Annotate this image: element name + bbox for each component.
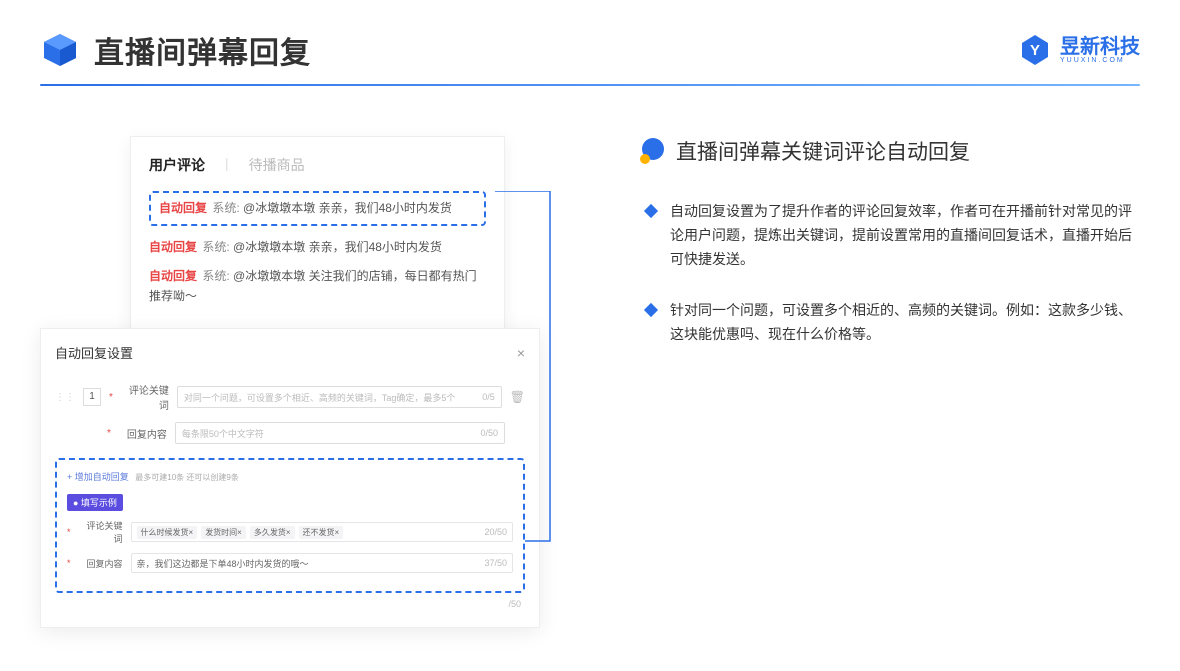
system-label: 系统:	[212, 201, 239, 215]
brand: Y 昱新科技 YUUXIN.COM	[1018, 33, 1140, 67]
content-input[interactable]: 每条限50个中文字符 0/50	[175, 422, 505, 444]
example-keyword-box: 什么时候发货× 发货时间× 多久发货× 还不发货× 20/50	[131, 522, 513, 542]
example-badge: ● 填写示例	[67, 494, 123, 511]
brand-logo-icon: Y	[1018, 33, 1052, 67]
example-content-text: 亲，我们这边都是下单48小时内发货的哦～	[137, 557, 309, 570]
example-keyword-label: 评论关键词	[79, 519, 123, 545]
content-placeholder: 每条限50个中文字符	[182, 427, 264, 440]
required-star: *	[67, 558, 71, 568]
comment-text: @冰墩墩本墩 亲亲，我们48小时内发货	[233, 240, 442, 254]
keyword-counter: 0/5	[482, 392, 495, 402]
bullet-icon	[644, 204, 658, 218]
example-content-counter: 37/50	[484, 558, 507, 568]
tab-user-comments[interactable]: 用户评论	[149, 155, 205, 175]
comment-text: @冰墩墩本墩 亲亲，我们48小时内发货	[243, 201, 452, 215]
keyword-label: 评论关键词	[121, 382, 169, 412]
comment-text: @冰墩墩本墩 关注我们的店铺，每日都有热门推荐呦～	[149, 269, 477, 302]
comment-row-highlighted: 自动回复 系统: @冰墩墩本墩 亲亲，我们48小时内发货	[149, 191, 486, 226]
example-keyword-counter: 20/50	[484, 527, 507, 537]
rule-number: 1	[83, 388, 101, 406]
keyword-input[interactable]: 对同一个问题，可设置多个相近、高频的关键词，Tag确定，最多5个 0/5	[177, 386, 502, 408]
auto-reply-badge: 自动回复	[149, 269, 197, 283]
brand-url: YUUXIN.COM	[1060, 57, 1140, 64]
example-tag: 还不发货×	[299, 526, 344, 539]
cube-icon	[40, 30, 80, 70]
tab-divider: |	[225, 155, 229, 175]
close-icon[interactable]: ×	[517, 345, 525, 361]
svg-text:Y: Y	[1030, 42, 1040, 59]
example-block: + 增加自动回复 最多可建10条 还可以创建9条 ● 填写示例 * 评论关键词 …	[55, 458, 525, 593]
required-star: *	[107, 428, 111, 439]
example-tag: 什么时候发货×	[137, 526, 198, 539]
keyword-placeholder: 对同一个问题，可设置多个相近、高频的关键词，Tag确定，最多5个	[184, 391, 456, 404]
content-label: 回复内容	[119, 426, 167, 441]
page-title: 直播间弹幕回复	[94, 28, 311, 72]
auto-reply-settings-panel: 自动回复设置 × ⋮⋮ 1 * 评论关键词 对同一个问题，可设置多个相近、高频的…	[40, 328, 540, 628]
brand-name: 昱新科技	[1060, 37, 1140, 57]
required-star: *	[109, 392, 113, 403]
system-label: 系统:	[202, 240, 229, 254]
message-icon	[640, 138, 666, 164]
comments-panel: 用户评论 | 待播商品 自动回复 系统: @冰墩墩本墩 亲亲，我们48小时内发货…	[130, 136, 505, 357]
example-tag: 发货时间×	[201, 526, 246, 539]
bullet-icon	[644, 303, 658, 317]
add-auto-reply-button[interactable]: + 增加自动回复	[67, 472, 129, 482]
example-tag: 多久发货×	[250, 526, 295, 539]
bullet-text: 针对同一个问题，可设置多个相近的、高频的关键词。例如：这款多少钱、这块能优惠吗、…	[670, 299, 1140, 347]
trash-icon[interactable]: 🗑	[510, 390, 525, 404]
drag-handle-icon[interactable]: ⋮⋮	[55, 392, 75, 403]
auto-reply-badge: 自动回复	[159, 201, 207, 215]
required-star: *	[67, 527, 71, 537]
example-content-box: 亲，我们这边都是下单48小时内发货的哦～ 37/50	[131, 553, 513, 573]
bullet-text: 自动回复设置为了提升作者的评论回复效率，作者可在开播前针对常见的评论用户问题，提…	[670, 200, 1140, 271]
settings-title: 自动回复设置	[55, 343, 133, 362]
content-counter: 0/50	[480, 428, 498, 438]
example-content-label: 回复内容	[79, 557, 123, 570]
section-title: 直播间弹幕关键词评论自动回复	[676, 136, 970, 166]
system-label: 系统:	[202, 269, 229, 283]
comment-row: 自动回复 系统: @冰墩墩本墩 关注我们的店铺，每日都有热门推荐呦～	[149, 267, 486, 305]
auto-reply-badge: 自动回复	[149, 240, 197, 254]
tab-pending-products[interactable]: 待播商品	[249, 155, 305, 175]
add-tip: 最多可建10条 还可以创建9条	[135, 473, 239, 482]
comment-row: 自动回复 系统: @冰墩墩本墩 亲亲，我们48小时内发货	[149, 238, 486, 257]
outer-counter: /50	[55, 599, 525, 609]
